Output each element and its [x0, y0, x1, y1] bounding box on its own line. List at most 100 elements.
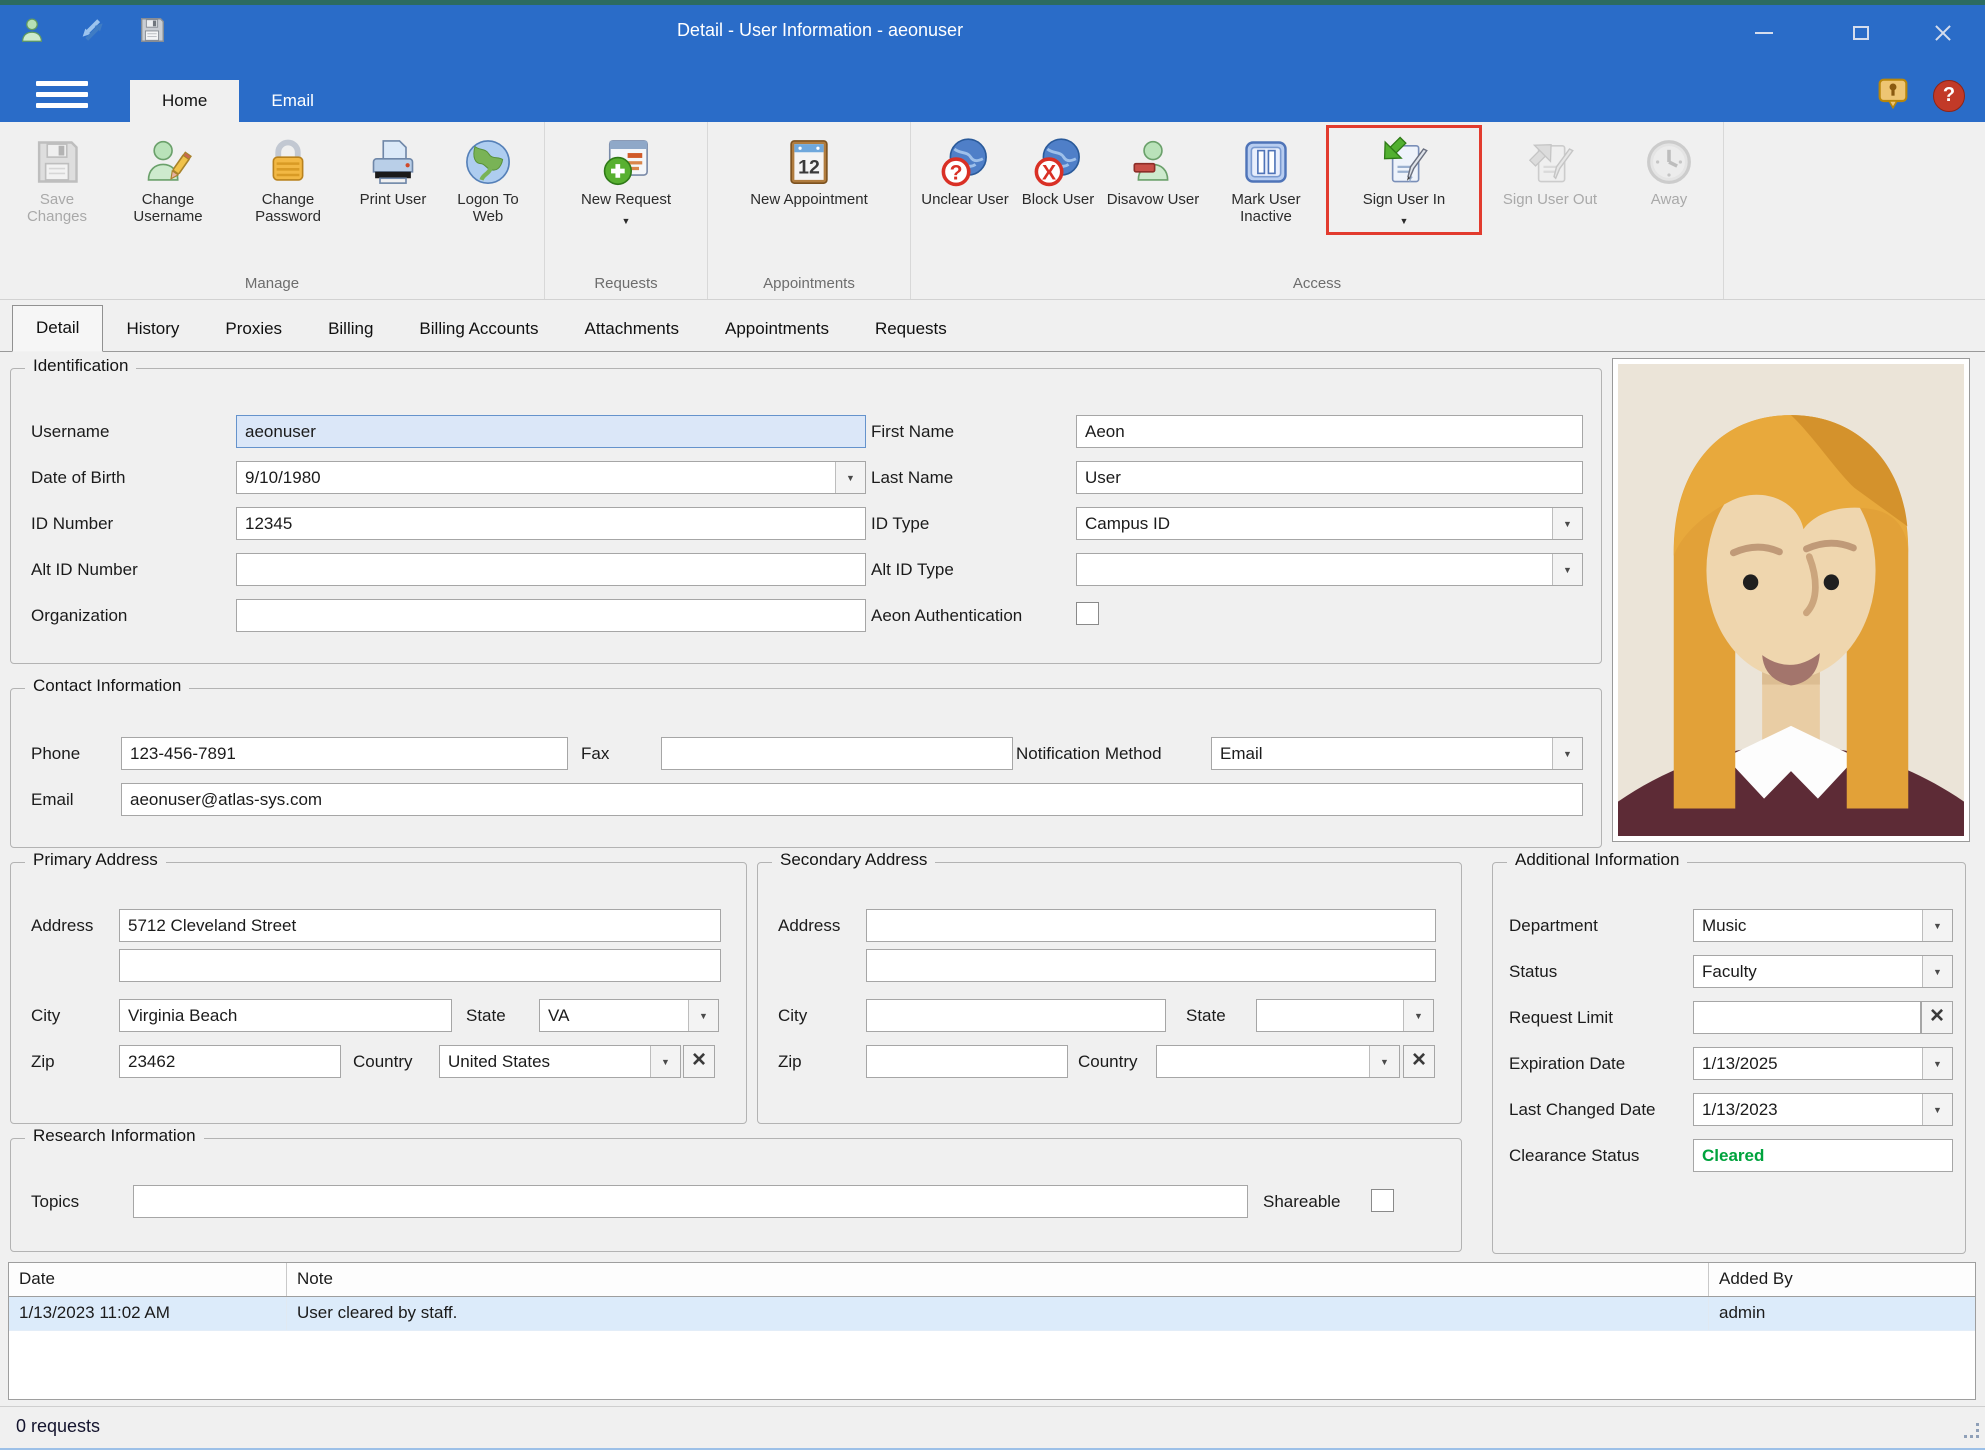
secondary-country-input[interactable] — [1157, 1046, 1369, 1077]
secondary-state-dropdown-button[interactable] — [1403, 1000, 1433, 1031]
primary-country-input[interactable] — [440, 1046, 650, 1077]
tab-appointments[interactable]: Appointments — [702, 307, 852, 352]
table-row[interactable]: 1/13/2023 11:02 AM User cleared by staff… — [9, 1297, 1975, 1331]
username-input[interactable] — [236, 415, 866, 448]
ribbon-tab-home[interactable]: Home — [130, 80, 239, 122]
notification-method-dropdown-button[interactable] — [1552, 738, 1582, 769]
request-limit-clear-button[interactable] — [1921, 1001, 1953, 1034]
mark-user-inactive-button[interactable]: Mark User Inactive — [1203, 128, 1329, 229]
fax-input[interactable] — [661, 737, 1013, 770]
resize-grip[interactable] — [1964, 1423, 1980, 1444]
primary-city-input[interactable] — [119, 999, 452, 1032]
help-button[interactable] — [1933, 80, 1965, 112]
request-limit-input[interactable] — [1693, 1001, 1921, 1034]
tab-attachments[interactable]: Attachments — [562, 307, 703, 352]
id-number-input[interactable] — [236, 507, 866, 540]
last-changed-date-input[interactable] — [1694, 1094, 1922, 1125]
department-input[interactable] — [1694, 910, 1922, 941]
date-of-birth-input[interactable] — [237, 462, 835, 493]
disavow-user-button[interactable]: Disavow User — [1103, 128, 1203, 211]
secondary-address1-input[interactable] — [866, 909, 1436, 942]
last-name-input[interactable] — [1076, 461, 1583, 494]
status-input[interactable] — [1694, 956, 1922, 987]
sign-user-in-button[interactable]: Sign User In — [1329, 128, 1479, 232]
globe-question-icon: ? — [939, 133, 991, 191]
sign-user-out-button[interactable]: Sign User Out — [1479, 128, 1621, 211]
last-changed-date-dropdown-button[interactable] — [1922, 1094, 1952, 1125]
away-button[interactable]: Away — [1621, 128, 1717, 211]
tab-history[interactable]: History — [103, 307, 202, 352]
shareable-checkbox[interactable] — [1371, 1189, 1394, 1212]
additional-info-groupbox: Additional Information Department Status… — [1492, 862, 1966, 1254]
minimize-button[interactable] — [1728, 5, 1800, 60]
tab-detail[interactable]: Detail — [12, 305, 103, 352]
tab-billing-accounts[interactable]: Billing Accounts — [396, 307, 561, 352]
primary-state-input[interactable] — [540, 1000, 688, 1031]
print-user-button[interactable]: Print User — [348, 128, 438, 211]
tab-billing[interactable]: Billing — [305, 307, 396, 352]
topics-input[interactable] — [133, 1185, 1248, 1218]
refresh-quick-button[interactable] — [74, 14, 110, 50]
country-label: Country — [353, 1052, 413, 1072]
save-quick-button[interactable] — [134, 14, 170, 50]
secondary-country-clear-button[interactable] — [1403, 1045, 1435, 1078]
secondary-state-input[interactable] — [1257, 1000, 1403, 1031]
close-button[interactable] — [1907, 5, 1979, 60]
save-changes-button[interactable]: Save Changes — [6, 128, 108, 229]
id-type-input[interactable] — [1077, 508, 1552, 539]
pin-ribbon-button[interactable] — [1877, 77, 1909, 114]
email-input[interactable] — [121, 783, 1583, 816]
primary-address2-input[interactable] — [119, 949, 721, 982]
aeon-authentication-checkbox[interactable] — [1076, 602, 1099, 625]
primary-state-dropdown-button[interactable] — [688, 1000, 718, 1031]
address-label: Address — [778, 916, 840, 936]
primary-zip-input[interactable] — [119, 1045, 341, 1078]
department-label: Department — [1509, 916, 1598, 936]
primary-address1-input[interactable] — [119, 909, 721, 942]
secondary-city-input[interactable] — [866, 999, 1166, 1032]
expiration-date-dropdown-button[interactable] — [1922, 1048, 1952, 1079]
tab-requests[interactable]: Requests — [852, 307, 970, 352]
new-appointment-button[interactable]: 12 New Appointment — [714, 128, 904, 211]
department-dropdown-button[interactable] — [1922, 910, 1952, 941]
primary-country-clear-button[interactable] — [683, 1045, 715, 1078]
clearance-status-input[interactable] — [1693, 1139, 1953, 1172]
column-header-note[interactable]: Note — [287, 1263, 1709, 1296]
first-name-input[interactable] — [1076, 415, 1583, 448]
secondary-country-dropdown-button[interactable] — [1369, 1046, 1399, 1077]
notification-method-combo — [1211, 737, 1583, 770]
secondary-zip-input[interactable] — [866, 1045, 1068, 1078]
user-quick-button[interactable] — [14, 14, 50, 50]
unclear-user-button[interactable]: ? Unclear User — [917, 128, 1013, 211]
primary-state-combo — [539, 999, 719, 1032]
alt-id-type-dropdown-button[interactable] — [1552, 554, 1582, 585]
department-combo — [1693, 909, 1953, 942]
alt-id-type-combo — [1076, 553, 1583, 586]
id-type-dropdown-button[interactable] — [1552, 508, 1582, 539]
status-dropdown-button[interactable] — [1922, 956, 1952, 987]
new-request-button[interactable]: New Request — [551, 128, 701, 232]
expiration-date-input[interactable] — [1694, 1048, 1922, 1079]
ribbon-tab-email[interactable]: Email — [239, 80, 346, 122]
column-header-date[interactable]: Date — [9, 1263, 287, 1296]
user-minus-icon — [1127, 133, 1179, 191]
secondary-address2-input[interactable] — [866, 949, 1436, 982]
organization-input[interactable] — [236, 599, 866, 632]
aeon-authentication-label: Aeon Authentication — [871, 606, 1022, 626]
column-header-added-by[interactable]: Added By — [1709, 1263, 1975, 1296]
change-password-button[interactable]: Change Password — [228, 128, 348, 229]
notification-method-input[interactable] — [1212, 738, 1552, 769]
change-username-button[interactable]: Change Username — [108, 128, 228, 229]
app-menu-button[interactable] — [36, 81, 88, 114]
block-user-button[interactable]: X Block User — [1013, 128, 1103, 211]
date-of-birth-dropdown-button[interactable] — [835, 462, 865, 493]
ribbon-utility-buttons — [1877, 77, 1965, 114]
maximize-button[interactable] — [1825, 5, 1897, 60]
tab-proxies[interactable]: Proxies — [202, 307, 305, 352]
alt-id-type-input[interactable] — [1077, 554, 1552, 585]
phone-input[interactable] — [121, 737, 568, 770]
primary-country-dropdown-button[interactable] — [650, 1046, 680, 1077]
user-icon — [17, 15, 47, 50]
alt-id-number-input[interactable] — [236, 553, 866, 586]
logon-to-web-button[interactable]: Logon To Web — [438, 128, 538, 229]
